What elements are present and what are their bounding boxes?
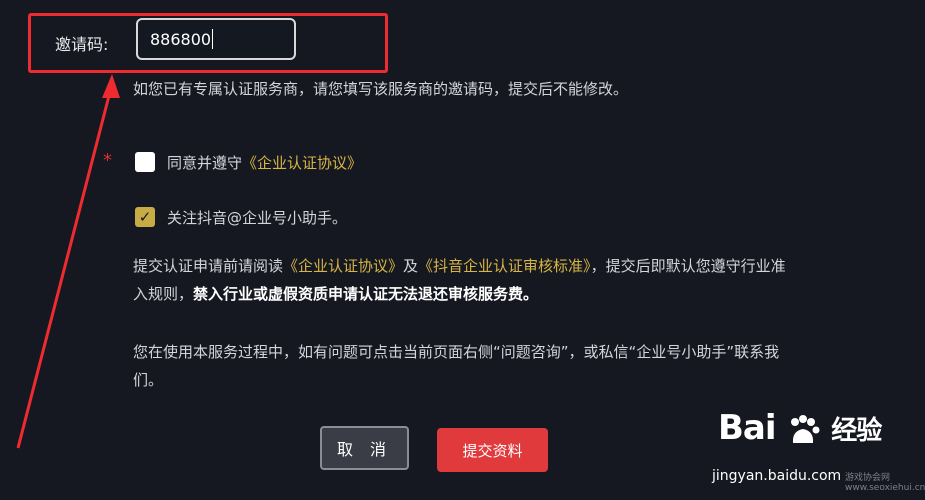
watermark-site: 游戏协会网 www.seoxiehui.cn [845, 473, 925, 493]
watermark-brand-suffix: 经验 [831, 416, 882, 446]
watermark-url: jingyan.baidu.com [712, 468, 842, 484]
watermark-brand-bai: Bai [718, 408, 777, 448]
watermark-brand: Bai 经验 [718, 408, 882, 448]
